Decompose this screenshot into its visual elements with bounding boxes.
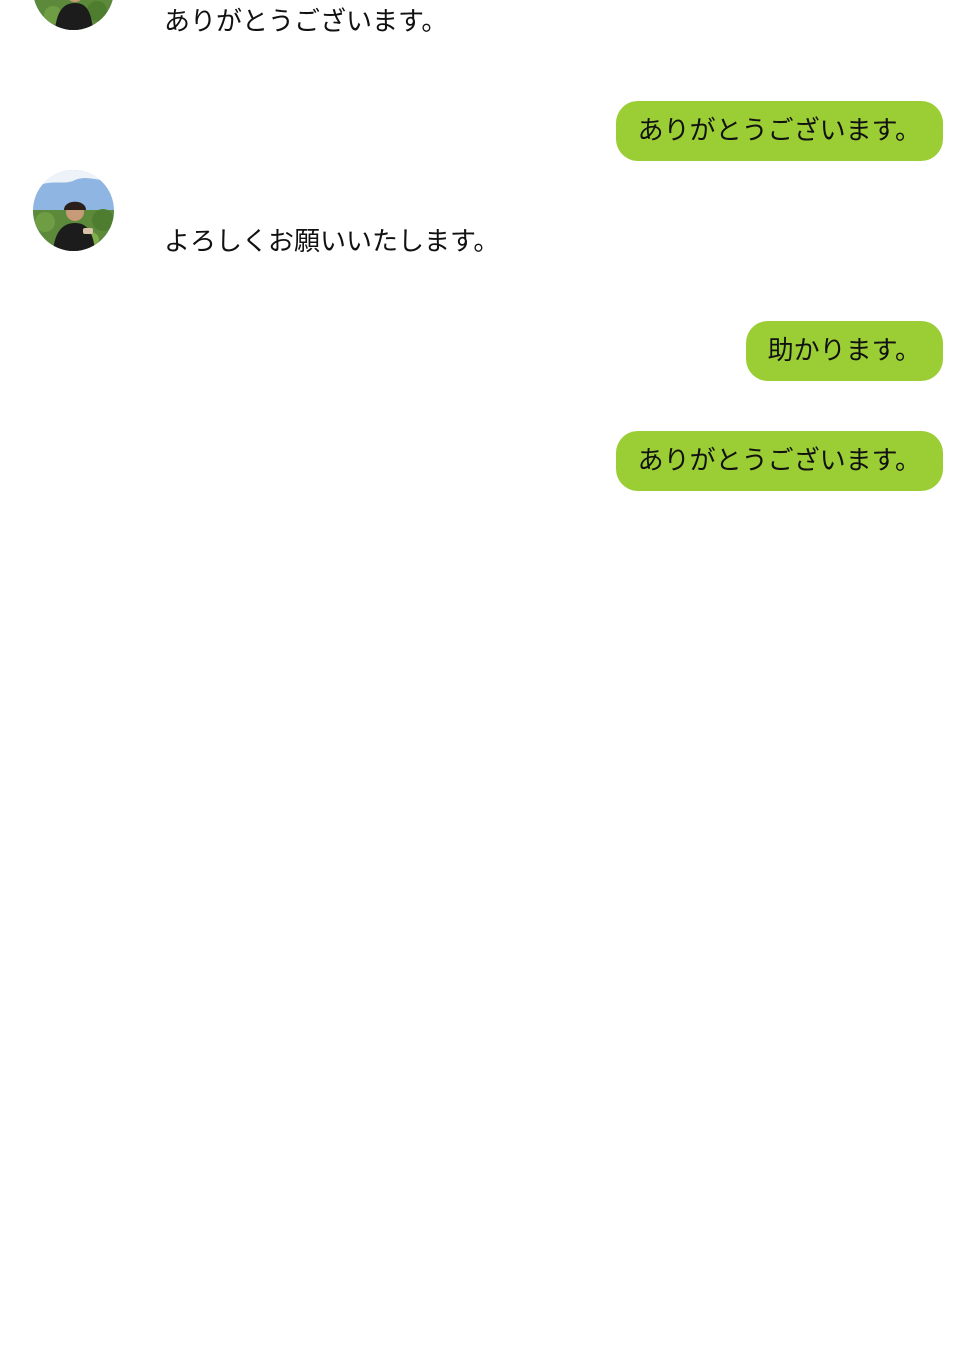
outgoing-message-bubble[interactable]: ありがとうございます。 <box>615 101 943 161</box>
outgoing-message-bubble[interactable]: 助かります。 <box>745 321 943 381</box>
incoming-message-text: よろしくお願いいたします。 <box>164 227 500 257</box>
user-avatar-icon[interactable] <box>33 170 114 251</box>
outgoing-message-bubble[interactable]: ありがとうございます。 <box>615 431 943 491</box>
user-avatar-icon[interactable] <box>33 0 114 30</box>
incoming-message-text: ありがとうございます。 <box>164 7 448 37</box>
chat-thread: ありがとうございます。 ありがとうございます。 よろしくお願いいたします。 助か… <box>0 0 960 1368</box>
